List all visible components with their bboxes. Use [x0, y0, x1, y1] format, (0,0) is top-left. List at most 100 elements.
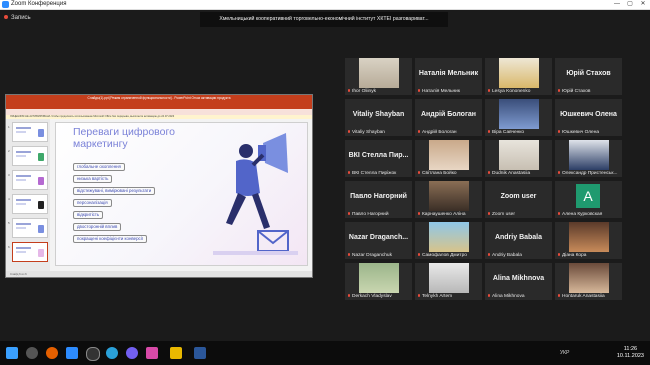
- participant-photo: [569, 222, 609, 252]
- participant-tile[interactable]: Павло Нагорний Павло Нагорний: [345, 181, 412, 218]
- muted-mic-icon: [558, 294, 560, 298]
- muted-mic-icon: [488, 212, 490, 216]
- participant-name: ВКІ Стелла Пиріжок: [348, 171, 396, 176]
- opera-icon[interactable]: [86, 347, 100, 361]
- muted-mic-icon: [418, 253, 420, 257]
- start-icon[interactable]: [6, 347, 18, 359]
- participant-tile[interactable]: Карнаушенко Аліна: [415, 181, 482, 218]
- slide-thumbnail: 1: [8, 122, 48, 142]
- participant-tile[interactable]: Андрій Бологан Андрій Бологан: [415, 99, 482, 136]
- participant-video: [359, 58, 399, 88]
- slide-thumbnails: 1 2 3 4 5 6: [6, 119, 50, 271]
- windows-taskbar: УКР 11:26 10.11.2023: [0, 341, 650, 365]
- participant-tile[interactable]: Nazar Draganch... Nazar Draganchuk: [345, 222, 412, 259]
- participant-tile[interactable]: Віра Савченко: [485, 99, 552, 136]
- language-indicator[interactable]: УКР: [560, 350, 569, 356]
- participant-photo: [499, 58, 539, 88]
- slide-number: 6: [8, 245, 10, 249]
- participant-display-name: Юшкевич Олена: [560, 111, 617, 118]
- participant-tile[interactable]: Lesya Kononenko: [485, 58, 552, 95]
- participant-display-name: Andriy Babala: [494, 234, 543, 241]
- participant-tile[interactable]: Ihor Oliinyk: [345, 58, 412, 95]
- participant-name: Andriy Babala: [488, 253, 522, 258]
- recording-indicator[interactable]: Запись: [4, 14, 31, 22]
- muted-mic-icon: [488, 130, 490, 134]
- participant-display-name: Наталія Мельник: [418, 70, 479, 77]
- participant-tile[interactable]: Zoom user Zoom user: [485, 181, 552, 218]
- muted-mic-icon: [418, 294, 420, 298]
- participant-name: Hontaruk Anastasiia: [558, 294, 605, 299]
- window-title-bar: Zoom Конференция — ▢ ✕: [0, 0, 650, 10]
- system-clock[interactable]: 11:26 10.11.2023: [617, 346, 644, 360]
- muted-mic-icon: [558, 89, 560, 93]
- speaker-banner: Хмельницький кооперативний торговельно-е…: [200, 12, 448, 27]
- word-icon[interactable]: [194, 347, 206, 359]
- powerpoint-menu: ФайлГлавнаяВставкаКонструкторПереходыАни…: [12, 102, 168, 116]
- participant-name: Nazar Draganchuk: [348, 253, 392, 258]
- participant-photo: [499, 99, 539, 129]
- window-title: Zoom Конференция: [11, 1, 67, 7]
- participant-name: Олександр Пристенськ...: [558, 171, 617, 176]
- participant-tile[interactable]: Vitaliy Shayban Vitaliy Shayban: [345, 99, 412, 136]
- firefox-icon[interactable]: [46, 347, 58, 359]
- slide-number: 4: [8, 197, 10, 201]
- participant-tile[interactable]: Derkach Vladyslav: [345, 263, 412, 300]
- muted-mic-icon: [418, 171, 420, 175]
- current-slide: Переваги цифрового маркетингу глобальне …: [55, 122, 308, 266]
- minimize-button[interactable]: —: [612, 0, 622, 9]
- meeting-stage: Запись Хмельницький кооперативний торгов…: [0, 10, 650, 341]
- participant-tile[interactable]: Світлана Бойко: [415, 140, 482, 177]
- participant-photo: [499, 140, 539, 170]
- slide-bullet: персоналізація: [73, 199, 112, 207]
- slide-thumbnail-active: 6: [8, 242, 48, 262]
- zoom-logo-icon: [2, 1, 9, 8]
- participant-tile[interactable]: Юшкевич Олена Юшкевич Олена: [555, 99, 622, 136]
- participant-tile[interactable]: ВКІ Стелла Пир... ВКІ Стелла Пиріжок: [345, 140, 412, 177]
- clock-date: 10.11.2023: [616, 353, 644, 359]
- muted-mic-icon: [488, 171, 490, 175]
- telegram-icon[interactable]: [106, 347, 118, 359]
- muted-mic-icon: [488, 89, 490, 93]
- participant-tile[interactable]: Діана Кора: [555, 222, 622, 259]
- slide-number: 2: [8, 149, 10, 153]
- search-icon[interactable]: [26, 347, 38, 359]
- participant-tile[interactable]: Олександр Пристенськ...: [555, 140, 622, 177]
- participant-photo: [359, 263, 399, 293]
- participant-tile[interactable]: Наталія Мельник Наталія Мельник: [415, 58, 482, 95]
- muted-mic-icon: [348, 130, 350, 134]
- participant-tile[interactable]: Telnykh Artem: [415, 263, 482, 300]
- participant-tile[interactable]: Alina Mikhnova Alina Mikhnova: [485, 263, 552, 300]
- slide-number: 3: [8, 173, 10, 177]
- license-notice: ЛИЦЕНЗИЯ НЕ АКТИВИРОВАНА Чтобы продолжит…: [6, 115, 312, 119]
- shared-screen: Слайды(1).ppt [Режим ограниченной функци…: [5, 94, 313, 278]
- muted-mic-icon: [418, 212, 420, 216]
- zoom-icon[interactable]: [66, 347, 78, 359]
- slide-bullet: глобальне охоплення: [73, 163, 125, 171]
- participant-tile[interactable]: Andriy Babala Andriy Babala: [485, 222, 552, 259]
- participant-name: Ihor Oliinyk: [348, 89, 376, 94]
- participant-photo: [429, 263, 469, 293]
- viber-icon[interactable]: [126, 347, 138, 359]
- participant-tile[interactable]: Юрій Стахов Юрій Стахов: [555, 58, 622, 95]
- muted-mic-icon: [348, 294, 350, 298]
- participant-display-name: Андрій Бологан: [421, 111, 476, 118]
- participant-tile[interactable]: Самофалов Дмитро: [415, 222, 482, 259]
- participant-tile[interactable]: A Алена Курковская: [555, 181, 622, 218]
- participant-tile[interactable]: Dudnik Anastasiia: [485, 140, 552, 177]
- slide-title: Переваги цифрового маркетингу: [73, 126, 175, 150]
- participant-name: Діана Кора: [558, 253, 586, 258]
- participant-photo: [429, 222, 469, 252]
- megaphone-illustration: [213, 133, 298, 255]
- video-icon[interactable]: [170, 347, 182, 359]
- zoom-app-icon[interactable]: [146, 347, 158, 359]
- maximize-button[interactable]: ▢: [625, 0, 635, 9]
- close-button[interactable]: ✕: [638, 0, 648, 9]
- muted-mic-icon: [348, 212, 350, 216]
- participant-name: Віра Савченко: [488, 130, 524, 135]
- participant-photo: [429, 140, 469, 170]
- participant-display-name: ВКІ Стелла Пир...: [348, 152, 409, 159]
- clock-time: 11:26: [623, 346, 638, 352]
- participant-tile[interactable]: Hontaruk Anastasiia: [555, 263, 622, 300]
- muted-mic-icon: [558, 171, 560, 175]
- slide-bullet: низька вартість: [73, 175, 113, 183]
